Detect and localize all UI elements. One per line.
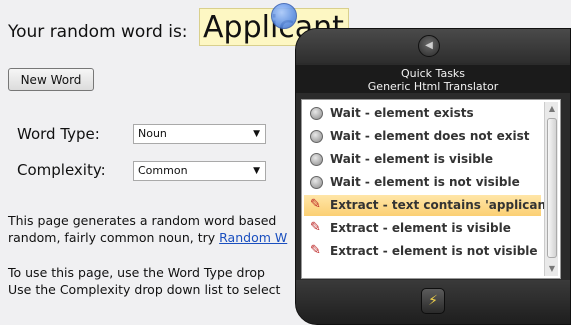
wait-icon [310, 176, 323, 189]
instructions-paragraph: To use this page, use the Word Type drop… [8, 264, 280, 298]
scroll-up-icon[interactable]: ▲ [545, 102, 559, 116]
complexity-selected-value: Common [138, 164, 188, 177]
description-line-2-text: random, fairly common noun, try [8, 230, 220, 245]
mouse-cursor-highlight [271, 3, 297, 29]
quick-tasks-scrollbar[interactable]: ▲ ▼ [544, 102, 558, 276]
lightning-bolt-icon[interactable]: ⚡ [421, 288, 445, 314]
random-word-label: Your random word is: [8, 22, 188, 42]
quick-task-label: Wait - element exists [330, 106, 474, 120]
random-word-link[interactable]: Random W [219, 230, 287, 245]
extract-icon: ✎ [310, 197, 321, 212]
chevron-down-icon: ▼ [253, 166, 260, 176]
quick-task-label: Extract - element is visible [330, 221, 511, 235]
description-line-1: This page generates a random word based [8, 213, 277, 228]
quick-task-item[interactable]: ✎ Extract - element is visible [304, 218, 541, 239]
complexity-label: Complexity: [17, 161, 106, 179]
quick-task-item[interactable]: ✎ Extract - element is not visible [304, 241, 541, 262]
extract-icon: ✎ [310, 220, 321, 235]
quick-tasks-subtitle: Generic Html Translator [367, 80, 499, 93]
wait-icon [310, 153, 323, 166]
quick-task-label: Extract - text contains 'applicant' [330, 198, 556, 212]
instructions-line-2: Use the Complexity drop down list to sel… [8, 282, 281, 297]
chevron-down-icon: ▼ [253, 129, 260, 139]
scroll-down-icon[interactable]: ▼ [545, 262, 559, 276]
back-arrow-icon[interactable]: ◀ [418, 35, 440, 57]
wait-icon [310, 130, 323, 143]
instructions-line-1: To use this page, use the Word Type drop [8, 265, 265, 280]
quick-tasks-list: Wait - element exists Wait - element doe… [301, 99, 561, 279]
word-type-selected-value: Noun [138, 127, 167, 140]
quick-task-item[interactable]: Wait - element does not exist [304, 126, 541, 147]
word-type-select[interactable]: Noun ▼ [133, 124, 266, 144]
scrollbar-thumb[interactable] [547, 118, 557, 258]
complexity-select[interactable]: Common ▼ [133, 161, 266, 181]
quick-tasks-bottom-bar: ⚡ [296, 280, 570, 324]
quick-tasks-top-bar: ◀ [296, 29, 570, 63]
quick-task-item-selected[interactable]: ✎ Extract - text contains 'applicant' [304, 195, 555, 216]
quick-task-item[interactable]: Wait - element is not visible [304, 172, 541, 193]
description-line-2: random, fairly common noun, try Random W [8, 229, 287, 246]
quick-tasks-title: Quick Tasks [400, 67, 466, 80]
quick-task-label: Wait - element is visible [330, 152, 494, 166]
random-word-page: Your random word is: Applicant New Word … [0, 0, 571, 325]
quick-task-label: Wait - element does not exist [330, 129, 530, 143]
quick-task-item[interactable]: Wait - element is visible [304, 149, 541, 170]
quick-tasks-panel: ◀ Quick Tasks Generic Html Translator Wa… [295, 28, 571, 325]
quick-task-label: Extract - element is not visible [330, 244, 538, 258]
extract-icon: ✎ [310, 243, 321, 258]
new-word-button[interactable]: New Word [8, 68, 94, 91]
quick-task-item[interactable]: Wait - element exists [304, 103, 541, 124]
word-type-label: Word Type: [17, 125, 100, 143]
quick-task-label: Wait - element is not visible [330, 175, 520, 189]
description-paragraph: This page generates a random word based … [8, 212, 287, 246]
quick-tasks-header: Quick Tasks Generic Html Translator [296, 65, 570, 93]
wait-icon [310, 107, 323, 120]
